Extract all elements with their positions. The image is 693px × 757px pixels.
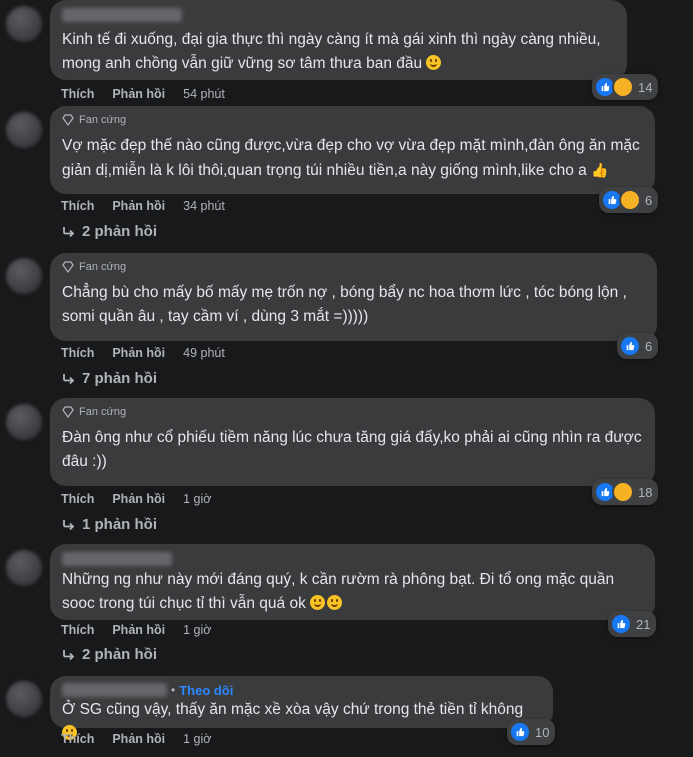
avatar[interactable] [6, 112, 42, 148]
reply-arrow-icon [63, 373, 75, 384]
commenter-name[interactable] [62, 683, 167, 697]
like-button[interactable]: Thích [61, 346, 94, 360]
commenter-name[interactable] [62, 552, 643, 566]
reaction-count[interactable]: 6 [617, 333, 659, 359]
reaction-number: 6 [645, 338, 653, 354]
avatar[interactable] [6, 6, 42, 42]
reaction-count[interactable]: 6 [599, 187, 659, 213]
timestamp[interactable]: 54 phút [183, 87, 225, 101]
reply-button[interactable]: Phản hồi [112, 346, 165, 360]
avatar[interactable] [6, 404, 42, 440]
comment-actions: Thích Phản hồi 49 phút [61, 346, 225, 360]
timestamp[interactable]: 34 phút [183, 199, 225, 213]
comment-bubble: • Theo dõi Ở SG cũng vậy, thấy ăn mặc xề… [50, 676, 553, 740]
commenter-name[interactable] [62, 8, 615, 24]
comment-text: Những ng như này mới đáng quý, k cần rườ… [62, 571, 615, 612]
reaction-number: 6 [645, 192, 653, 208]
reply-button[interactable]: Phản hồi [112, 199, 165, 213]
smile-emoji-icon [310, 595, 326, 610]
reaction-number: 21 [636, 616, 651, 632]
comment-text: Kinh tế đi xuống, đại gia thực thì ngày … [62, 31, 601, 72]
view-replies-link[interactable]: 1 phản hồi [62, 516, 157, 533]
commenter-header: • Theo dõi [62, 682, 541, 698]
fan-badge: Fan cứng [62, 261, 645, 273]
view-replies-link[interactable]: 2 phản hồi [62, 646, 157, 663]
haha-reaction-icon [612, 481, 634, 503]
like-button[interactable]: Thích [61, 492, 94, 506]
avatar[interactable] [6, 258, 42, 294]
comment-actions: Thích Phản hồi 1 giờ [61, 492, 211, 506]
reply-arrow-icon [63, 649, 75, 660]
haha-reaction-icon [619, 189, 641, 211]
like-button[interactable]: Thích [61, 199, 94, 213]
like-button[interactable]: Thích [61, 87, 94, 101]
comment-bubble: Fan cứng Chẳng bù cho mấy bố mấy mẹ trốn… [50, 253, 657, 341]
comment-bubble: Kinh tế đi xuống, đại gia thực thì ngày … [50, 0, 627, 80]
reply-arrow-icon [63, 519, 75, 530]
fan-badge: Fan cứng [62, 114, 643, 126]
follow-button[interactable]: Theo dõi [179, 683, 233, 698]
reaction-count[interactable]: 10 [507, 719, 556, 745]
avatar[interactable] [6, 550, 42, 586]
like-button[interactable]: Thích [61, 623, 94, 637]
like-reaction-icon [610, 613, 632, 635]
view-replies-link[interactable]: 2 phản hồi [62, 223, 157, 240]
comment-actions: Thích Phản hồi 1 giờ [61, 732, 211, 746]
reply-button[interactable]: Phản hồi [112, 492, 165, 506]
timestamp[interactable]: 1 giờ [183, 492, 211, 506]
timestamp[interactable]: 1 giờ [183, 732, 211, 746]
diamond-icon [62, 114, 74, 126]
comment-actions: Thích Phản hồi 1 giờ [61, 623, 211, 637]
like-reaction-icon [509, 721, 531, 743]
reaction-number: 10 [535, 724, 550, 740]
comment-bubble: Fan cứng Vợ mặc đẹp thế nào cũng được,vừ… [50, 106, 655, 194]
comment-actions: Thích Phản hồi 54 phút [61, 87, 225, 101]
comment-bubble: Fan cứng Đàn ông như cổ phiếu tiềm năng … [50, 398, 655, 486]
comment-bubble: Những ng như này mới đáng quý, k cần rườ… [50, 544, 655, 620]
reaction-number: 18 [638, 484, 653, 500]
timestamp[interactable]: 1 giờ [183, 623, 211, 637]
avatar[interactable] [6, 681, 42, 717]
timestamp[interactable]: 49 phút [183, 346, 225, 360]
reply-arrow-icon [63, 226, 75, 237]
diamond-icon [62, 406, 74, 418]
comment-text: Chẳng bù cho mấy bố mấy mẹ trốn nợ , bón… [62, 284, 627, 325]
fan-badge: Fan cứng [62, 406, 643, 418]
reaction-count[interactable]: 18 [592, 479, 659, 505]
separator-dot: • [171, 683, 176, 697]
comment-text: Vợ mặc đẹp thế nào cũng được,vừa đẹp cho… [62, 134, 643, 183]
haha-reaction-icon [612, 76, 634, 98]
like-reaction-icon [619, 335, 641, 357]
smile-emoji-icon [327, 595, 343, 610]
comment-text: Đàn ông như cổ phiếu tiềm năng lúc chưa … [62, 429, 642, 470]
comment-actions: Thích Phản hồi 34 phút [61, 199, 225, 213]
view-replies-link[interactable]: 7 phản hồi [62, 370, 157, 387]
reply-button[interactable]: Phản hồi [112, 732, 165, 746]
smile-emoji-icon [426, 55, 442, 70]
like-button[interactable]: Thích [61, 732, 94, 746]
reaction-count[interactable]: 21 [608, 611, 657, 637]
reaction-number: 14 [638, 79, 653, 95]
thumbs-up-emoji-icon: 👍 [591, 162, 609, 178]
diamond-icon [62, 261, 74, 273]
reply-button[interactable]: Phản hồi [112, 623, 165, 637]
reply-button[interactable]: Phản hồi [112, 87, 165, 101]
reaction-count[interactable]: 14 [592, 74, 659, 100]
